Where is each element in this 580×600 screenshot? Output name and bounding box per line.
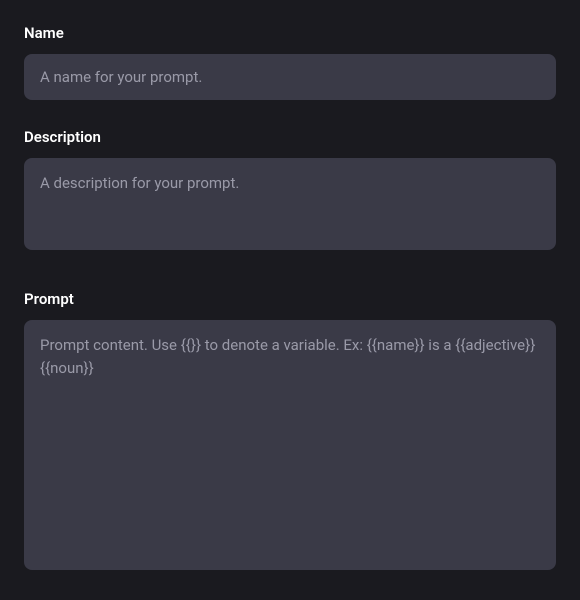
name-field-group: Name [24, 24, 556, 100]
name-label: Name [24, 24, 556, 42]
prompt-field-group: Prompt [24, 290, 556, 574]
prompt-label: Prompt [24, 290, 556, 308]
description-input[interactable] [24, 158, 556, 250]
description-label: Description [24, 128, 556, 146]
prompt-input[interactable] [24, 320, 556, 570]
name-input[interactable] [24, 54, 556, 100]
description-field-group: Description [24, 128, 556, 254]
